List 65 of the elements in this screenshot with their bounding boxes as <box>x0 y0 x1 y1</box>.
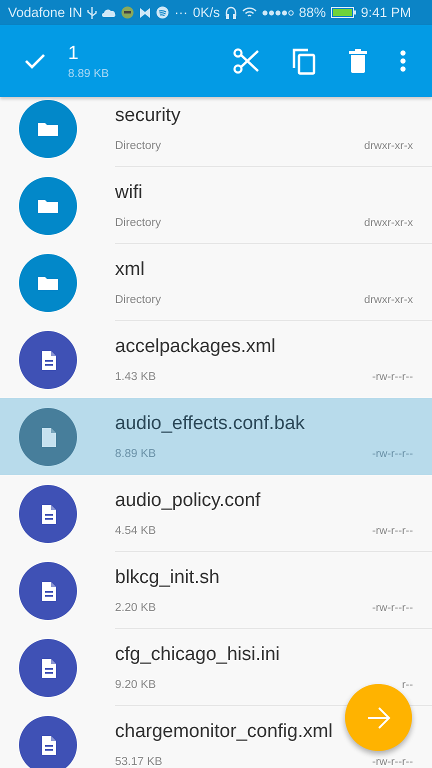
clock: 9:41 PM <box>360 4 412 20</box>
folder-icon <box>19 100 77 158</box>
delete-icon[interactable] <box>349 49 367 73</box>
file-detail: 53.17 KB <box>115 756 162 768</box>
file-permissions: -rw-r--r-- <box>372 525 413 537</box>
file-name: xml <box>115 258 146 282</box>
file-detail: 2.20 KB <box>115 602 156 614</box>
music-icon <box>156 6 170 19</box>
app-icon <box>121 6 134 19</box>
file-name: audio_policy.conf <box>115 489 262 513</box>
check-icon[interactable] <box>24 53 46 69</box>
file-row[interactable]: blkcg_init.sh 2.20 KB -rw-r--r-- <box>0 552 432 629</box>
file-name: blkcg_init.sh <box>115 566 221 590</box>
file-name: security <box>115 104 182 128</box>
bowtie-icon <box>139 6 152 18</box>
battery-icon <box>330 7 356 18</box>
file-permissions: -rw-r--r-- <box>372 448 413 460</box>
selected-count: 1 <box>68 42 80 64</box>
file-row[interactable]: accelpackages.xml 1.43 KB -rw-r--r-- <box>0 321 432 398</box>
copy-icon[interactable] <box>292 48 316 74</box>
file-permissions: drwxr-xr-x <box>364 217 413 229</box>
arrow-icon <box>366 706 390 728</box>
signal-icon <box>262 10 294 16</box>
network-speed: 0K/s <box>192 4 220 20</box>
scissors-icon[interactable] <box>233 48 259 74</box>
file-name: cfg_chicago_hisi.ini <box>115 643 281 667</box>
file-permissions: drwxr-xr-x <box>364 294 413 306</box>
more-notifications: ··· <box>174 4 188 20</box>
file-row[interactable]: security Directory drwxr-xr-x <box>0 97 432 167</box>
more-options-icon[interactable] <box>400 50 406 72</box>
usb-icon <box>87 6 98 20</box>
file-detail: 8.89 KB <box>115 448 156 460</box>
document-icon <box>19 562 77 620</box>
cloud-icon <box>102 8 116 17</box>
battery-percent: 88% <box>298 4 326 20</box>
file-detail: 4.54 KB <box>115 525 156 537</box>
file-row[interactable]: audio_policy.conf 4.54 KB -rw-r--r-- <box>0 475 432 552</box>
file-detail: 9.20 KB <box>115 679 156 691</box>
file-row[interactable]: xml Directory drwxr-xr-x <box>0 244 432 321</box>
file-name: wifi <box>115 181 144 205</box>
wifi-icon <box>242 7 257 18</box>
file-permissions: -rw-r--r-- <box>372 756 413 768</box>
file-permissions: -rw-r--r-- <box>372 371 413 383</box>
document-icon <box>19 484 77 542</box>
file-detail: 1.43 KB <box>115 371 156 383</box>
forward-button[interactable] <box>345 684 412 751</box>
file-row[interactable]: audio_effects.conf.bak 8.89 KB -rw-r--r-- <box>0 398 432 475</box>
file-permissions: drwxr-xr-x <box>364 140 413 152</box>
file-detail: Directory <box>115 294 162 306</box>
file-name: audio_effects.conf.bak <box>115 412 306 436</box>
document-icon <box>19 330 77 388</box>
document-icon <box>19 408 77 466</box>
file-permissions: r-- <box>402 679 413 691</box>
carrier-name: Vodafone IN <box>8 4 82 20</box>
file-detail: Directory <box>115 217 162 229</box>
file-name: accelpackages.xml <box>115 335 277 359</box>
selected-size: 8.89 KB <box>68 68 109 80</box>
file-row[interactable]: wifi Directory drwxr-xr-x <box>0 167 432 244</box>
headphones-icon <box>224 6 237 19</box>
document-icon <box>19 638 77 696</box>
file-permissions: -rw-r--r-- <box>372 602 413 614</box>
file-detail: Directory <box>115 140 162 152</box>
file-name: chargemonitor_config.xml <box>115 720 334 744</box>
folder-icon <box>19 176 77 234</box>
folder-icon <box>19 254 77 312</box>
